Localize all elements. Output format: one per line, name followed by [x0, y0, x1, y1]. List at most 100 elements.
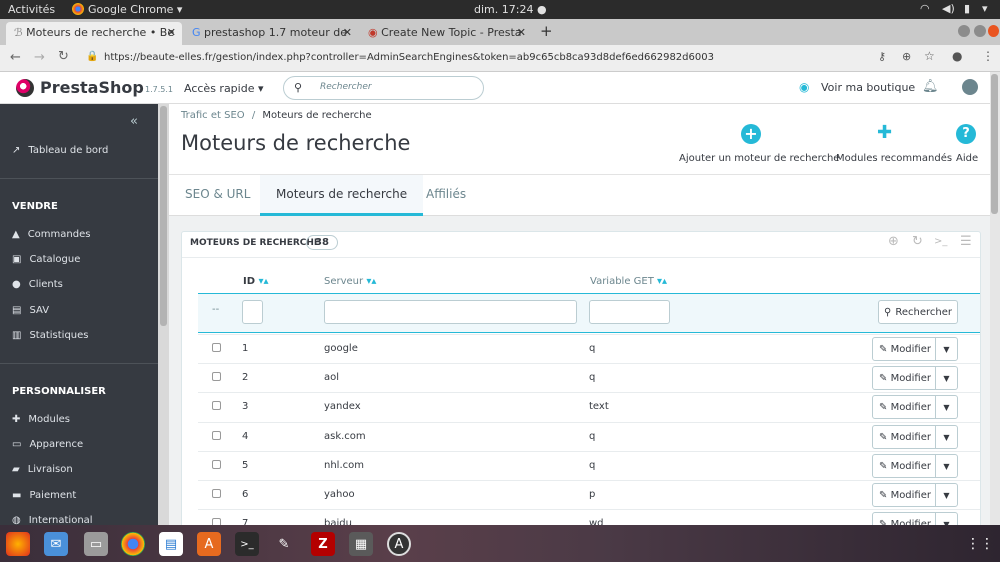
edit-button[interactable]: ✎ Modifier ▼: [872, 483, 958, 507]
notifications-bell-icon[interactable]: 🔔︎: [922, 79, 939, 94]
key-icon[interactable]: ⚷: [878, 50, 886, 63]
filezilla-icon[interactable]: Z: [311, 532, 335, 556]
view-shop-link[interactable]: Voir ma boutique: [821, 81, 915, 94]
sql-terminal-icon[interactable]: >_: [934, 236, 947, 247]
show-apps-icon[interactable]: ⋮⋮: [966, 532, 994, 556]
wifi-icon[interactable]: ◠: [920, 2, 930, 15]
edit-button[interactable]: ✎ Modifier ▼: [872, 395, 958, 419]
row-checkbox[interactable]: [212, 401, 221, 410]
sidebar-item-orders[interactable]: ▲ Commandes: [12, 229, 90, 240]
quick-access-menu[interactable]: Accès rapide ▾: [184, 82, 264, 95]
zoom-icon[interactable]: ⊕: [902, 50, 911, 63]
sort-icon[interactable]: ▾▴: [363, 276, 376, 287]
close-tab-icon[interactable]: ✕: [167, 26, 176, 39]
edit-button[interactable]: ✎ Modifier ▼: [872, 454, 958, 478]
close-tab-icon[interactable]: ✕: [343, 26, 352, 39]
sidebar-scrollbar[interactable]: [158, 104, 169, 525]
forward-icon[interactable]: →: [34, 50, 45, 65]
url-field[interactable]: https://beaute-elles.fr/gestion/index.ph…: [104, 52, 714, 63]
tab-moteurs[interactable]: ℬ Moteurs de recherche • Be ✕: [6, 22, 182, 45]
sidebar-item-stats[interactable]: ▥ Statistiques: [12, 330, 89, 341]
sort-icon[interactable]: ▾▴: [654, 276, 667, 287]
battery-icon[interactable]: ▮: [964, 2, 970, 15]
row-checkbox[interactable]: [212, 460, 221, 469]
dropdown-caret-icon[interactable]: ▼: [935, 484, 957, 506]
updater-icon[interactable]: A: [387, 532, 411, 556]
firefox-icon[interactable]: [6, 532, 30, 556]
filter-search-button[interactable]: ⚲ Rechercher: [878, 300, 958, 324]
sidebar-item-customers[interactable]: ● Clients: [12, 279, 63, 290]
scrollbar-thumb[interactable]: [160, 106, 167, 326]
add-search-engine-button[interactable]: + Ajouter un moteur de recherche: [679, 122, 839, 172]
gimp-icon[interactable]: ✎: [272, 532, 296, 556]
row-checkbox[interactable]: [212, 372, 221, 381]
scrollbar-thumb[interactable]: [991, 74, 998, 214]
recommended-modules-button[interactable]: ✚ Modules recommandés: [836, 122, 952, 172]
row-checkbox[interactable]: [212, 489, 221, 498]
row-checkbox[interactable]: [212, 431, 221, 440]
sidebar-item-shipping[interactable]: ▰ Livraison: [12, 464, 73, 475]
prestashop-logo-icon[interactable]: [16, 79, 34, 97]
account-icon[interactable]: [962, 79, 978, 95]
brand-name[interactable]: PrestaShop: [40, 78, 144, 97]
dropdown-caret-icon[interactable]: ▼: [935, 455, 957, 477]
power-menu-icon[interactable]: ▾: [982, 2, 988, 15]
dropdown-caret-icon[interactable]: ▼: [935, 426, 957, 448]
help-button[interactable]: ? Aide: [955, 122, 979, 172]
software-center-icon[interactable]: A: [197, 532, 221, 556]
sidebar-item-appearance[interactable]: ▭ Apparence: [12, 439, 83, 450]
close-window-icon[interactable]: [988, 25, 999, 37]
new-tab-icon[interactable]: +: [540, 22, 553, 40]
edit-button[interactable]: ✎ Modifier ▼: [872, 337, 958, 361]
filter-id-input[interactable]: [242, 300, 263, 324]
filter-server-input[interactable]: [324, 300, 577, 324]
dropdown-caret-icon[interactable]: ▼: [935, 396, 957, 418]
database-icon[interactable]: ☰: [960, 234, 972, 249]
tab-seo-url[interactable]: SEO & URL: [169, 175, 266, 216]
edit-button[interactable]: ✎ Modifier ▼: [872, 366, 958, 390]
volume-icon[interactable]: ◀): [942, 2, 955, 15]
sidebar-item-catalog[interactable]: ▣ Catalogue: [12, 254, 80, 265]
files-icon[interactable]: ▭: [84, 532, 108, 556]
thunderbird-icon[interactable]: ✉: [44, 532, 68, 556]
app-menu[interactable]: Google Chrome ▾: [88, 3, 182, 16]
sidebar-item-sav[interactable]: ▤ SAV: [12, 305, 49, 316]
search-input[interactable]: Rechercher: [320, 82, 372, 92]
activities-button[interactable]: Activités: [8, 3, 55, 16]
column-get-variable[interactable]: Variable GET ▾▴: [590, 276, 667, 287]
edit-button[interactable]: ✎ Modifier ▼: [872, 425, 958, 449]
search-box[interactable]: ⚲ Rechercher: [283, 76, 484, 100]
reload-icon[interactable]: ↻: [58, 49, 69, 64]
tab-affiliates[interactable]: Affiliés: [410, 175, 482, 216]
maximize-window-icon[interactable]: [974, 25, 986, 37]
back-icon[interactable]: ←: [10, 50, 21, 65]
row-checkbox[interactable]: [212, 343, 221, 352]
column-id[interactable]: ID ▾▴: [243, 276, 269, 287]
bookmark-star-icon[interactable]: ☆: [924, 49, 935, 63]
lock-icon[interactable]: 🔒: [86, 51, 98, 62]
refresh-icon[interactable]: ↻: [912, 234, 923, 249]
tab-create-topic[interactable]: ◉ Create New Topic - Presta ✕: [360, 22, 532, 45]
collapse-sidebar-icon[interactable]: «: [130, 114, 138, 129]
sidebar-item-dashboard[interactable]: ↗ Tableau de bord: [12, 145, 108, 156]
calculator-icon[interactable]: ▦: [349, 532, 373, 556]
menu-dots-icon[interactable]: ⋮: [982, 49, 994, 63]
clock[interactable]: dim. 17:24 ●: [474, 3, 547, 16]
breadcrumb-parent[interactable]: Trafic et SEO: [181, 110, 245, 121]
close-tab-icon[interactable]: ✕: [517, 26, 526, 39]
minimize-window-icon[interactable]: [958, 25, 970, 37]
tab-prestashop-search[interactable]: G prestashop 1.7 moteur de ✕: [184, 22, 358, 45]
sidebar-item-payment[interactable]: ▬ Paiement: [12, 490, 76, 501]
page-scrollbar[interactable]: [990, 72, 1000, 525]
sidebar-item-modules[interactable]: ✚ Modules: [12, 414, 70, 425]
filter-get-variable-input[interactable]: [589, 300, 670, 324]
dropdown-caret-icon[interactable]: ▼: [935, 338, 957, 360]
profile-icon[interactable]: ●: [952, 49, 962, 63]
terminal-icon[interactable]: >_: [235, 532, 259, 556]
dropdown-caret-icon[interactable]: ▼: [935, 367, 957, 389]
column-server[interactable]: Serveur ▾▴: [324, 276, 376, 287]
writer-icon[interactable]: ▤: [159, 532, 183, 556]
sort-icon[interactable]: ▾▴: [255, 276, 269, 287]
chrome-dock-icon[interactable]: [121, 532, 145, 556]
tab-search-engines[interactable]: Moteurs de recherche: [260, 175, 424, 216]
